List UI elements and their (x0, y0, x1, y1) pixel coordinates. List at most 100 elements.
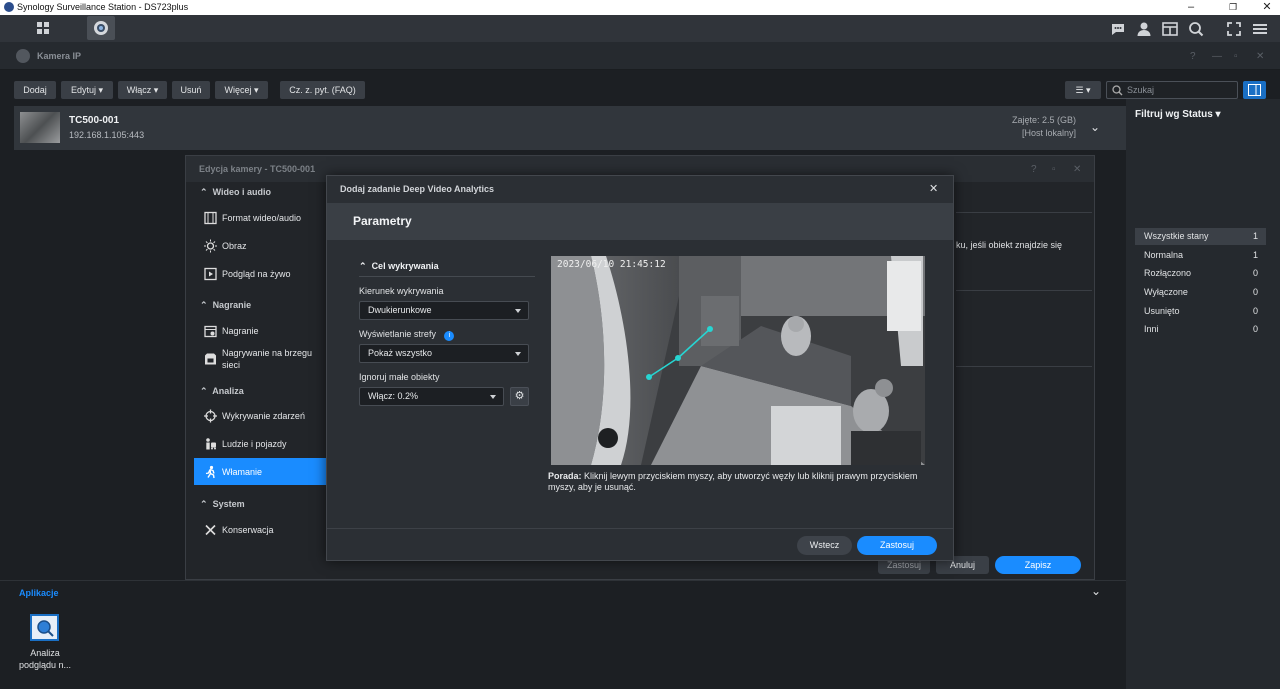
filter-label: Rozłączono (1144, 268, 1192, 278)
modal-title: Dodaj zadanie Deep Video Analytics (340, 184, 495, 194)
filter-item-normal[interactable]: Normalna 1 (1135, 247, 1266, 264)
close-icon[interactable]: ✕ (1073, 164, 1081, 175)
sidebar-item-recording[interactable]: Nagranie (194, 317, 327, 344)
edit-button[interactable]: Edytuj ▾ (61, 81, 113, 99)
window-header: Kamera IP ? — ▫ ✕ (0, 42, 1280, 70)
sidebar-item-format[interactable]: Format wideo/audio (194, 204, 327, 231)
sidebar-item-image[interactable]: Obraz (194, 232, 327, 259)
back-button[interactable]: Wstecz (797, 536, 852, 555)
tip-text: Porada: Kliknij lewym przyciskiem myszy,… (548, 471, 928, 493)
filter-title-label: Filtruj wg Status (1135, 109, 1213, 120)
analytics-app-label[interactable]: Analiza podglądu n... (15, 647, 75, 671)
sidebar-item-maintenance[interactable]: Konserwacja (194, 516, 327, 543)
edit-label: Edytuj (70, 85, 96, 95)
section-label: Wideo i audio (212, 187, 271, 197)
more-button[interactable]: Więcej ▾ (215, 81, 268, 99)
sidebar-item-intrusion[interactable]: Włamanie (194, 458, 327, 485)
view-mode-button[interactable]: ☰ ▾ (1065, 81, 1101, 99)
settings-gear-icon[interactable]: ⚙ (510, 387, 529, 406)
chat-icon[interactable] (1108, 19, 1128, 39)
fullscreen-icon[interactable] (1224, 19, 1244, 39)
delete-button[interactable]: Usuń (172, 81, 210, 99)
maximize-icon[interactable]: ▫ (1052, 164, 1056, 175)
chevron-down-icon[interactable]: ⌄ (1090, 120, 1100, 134)
camera-address: 192.168.1.105:443 (69, 130, 145, 140)
chevron-down-icon[interactable]: ⌄ (1091, 584, 1101, 598)
add-button[interactable]: Dodaj (14, 81, 56, 99)
chevron-up-icon: ⌃ (200, 187, 208, 197)
filter-label: Normalna (1144, 250, 1184, 260)
camera-storage-used: Zajęte: 2.5 (GB) (1011, 115, 1076, 125)
ignore-small-select[interactable]: Włącz: 0.2% (359, 387, 504, 406)
sidebar-item-live[interactable]: Podgląd na żywo (194, 260, 327, 287)
ip-camera-app-icon (16, 49, 30, 63)
section-system[interactable]: ⌃ System (200, 499, 245, 510)
detection-target-group[interactable]: ⌃ Cel wykrywania (359, 261, 439, 272)
filter-item-disconnected[interactable]: Rozłączono 0 (1135, 265, 1266, 282)
zone-display-label: Wyświetlanie strefy i (359, 329, 455, 341)
help-icon[interactable]: ? (1190, 51, 1196, 62)
grid-icon (37, 22, 49, 34)
filter-item-disabled[interactable]: Wyłączone 0 (1135, 284, 1266, 301)
maximize-icon[interactable]: ▫ (1234, 51, 1238, 62)
camera-thumbnail (20, 112, 60, 143)
chevron-up-icon: ⌃ (200, 300, 208, 310)
filter-title[interactable]: Filtruj wg Status ▾ (1135, 109, 1221, 120)
app-title: Synology Surveillance Station - DS723plu… (17, 2, 189, 12)
more-label: Więcej (224, 85, 252, 95)
play-icon (204, 267, 217, 280)
filter-item-all[interactable]: Wszystkie stany 1 (1135, 228, 1266, 245)
app-titlebar: Synology Surveillance Station - DS723plu… (0, 0, 1280, 15)
user-icon[interactable] (1134, 19, 1154, 39)
top-taskbar (0, 15, 1280, 42)
camera-preview[interactable]: 2023/06/10 21:45:12 (551, 256, 925, 465)
section-label: Analiza (212, 386, 244, 396)
help-icon[interactable]: ? (1031, 164, 1037, 175)
filter-label: Usunięto (1144, 306, 1180, 316)
enable-button[interactable]: Włącz ▾ (118, 81, 167, 99)
close-icon[interactable]: ✕ (929, 182, 938, 195)
sidebar-item-event-detection[interactable]: Wykrywanie zdarzeń (194, 402, 327, 429)
sidebar-item-people-vehicles[interactable]: Ludzie i pojazdy (194, 430, 327, 457)
search-placeholder: Szukaj (1127, 85, 1155, 95)
info-icon[interactable]: i (444, 331, 455, 341)
options-icon[interactable] (1250, 19, 1270, 39)
sidebar-label: Obraz (222, 240, 247, 251)
filter-label: Wyłączone (1144, 287, 1188, 297)
faq-button[interactable]: Cz. z. pyt. (FAQ) (280, 81, 365, 99)
divider (956, 366, 1092, 367)
camera-list-row[interactable]: TC500-001 192.168.1.105:443 Zajęte: 2.5 … (14, 106, 1126, 150)
analytics-app-icon[interactable] (30, 614, 59, 641)
chevron-up-icon: ⌃ (200, 386, 208, 396)
close-window-icon[interactable]: ✕ (1254, 0, 1280, 15)
ip-camera-taskbar-button[interactable] (87, 16, 115, 40)
section-recording[interactable]: ⌃ Nagranie (200, 300, 251, 311)
filter-count: 0 (1252, 324, 1258, 334)
zone-display-select[interactable]: Pokaż wszystko (359, 344, 529, 363)
filter-label: Inni (1144, 324, 1159, 334)
section-video-audio[interactable]: ⌃ Wideo i audio (200, 187, 271, 198)
toggle-panel-button[interactable] (1243, 81, 1266, 99)
tip-label: Porada: (548, 471, 582, 481)
restore-icon[interactable]: ❐ (1220, 0, 1246, 15)
direction-select[interactable]: Dwukierunkowe (359, 301, 529, 320)
section-analysis[interactable]: ⌃ Analiza (200, 386, 244, 397)
main-menu-button[interactable] (29, 16, 57, 40)
save-button[interactable]: Zapisz (995, 556, 1081, 574)
select-value: Dwukierunkowe (368, 305, 432, 315)
parameters-title: Parametry (353, 214, 412, 228)
widgets-icon[interactable] (1160, 19, 1180, 39)
minimize-icon[interactable]: — (1212, 51, 1222, 62)
camera-name: TC500-001 (69, 115, 120, 126)
sidebar-item-edge-recording[interactable]: Nagrywanie na brzegu sieci (194, 344, 327, 374)
search-input[interactable]: Szukaj (1106, 81, 1238, 99)
filter-item-deleted[interactable]: Usunięto 0 (1135, 303, 1266, 320)
apply-button[interactable]: Zastosuj (857, 536, 937, 555)
close-icon[interactable]: ✕ (1256, 51, 1264, 62)
filter-item-other[interactable]: Inni 0 (1135, 321, 1266, 338)
search-icon[interactable] (1186, 19, 1206, 39)
sidebar-label: Nagranie (222, 325, 259, 336)
minimize-icon[interactable]: – (1178, 0, 1204, 15)
ignore-small-label: Ignoruj małe obiekty (359, 372, 440, 382)
parameters-header: Parametry (327, 203, 953, 240)
